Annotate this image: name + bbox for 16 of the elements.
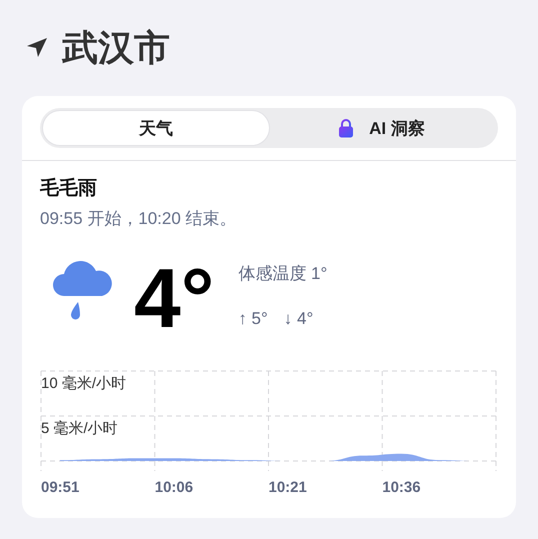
temperature: 4° <box>134 256 214 340</box>
city-title: 武汉市 <box>62 26 170 70</box>
tab[interactable]: AI 洞察 <box>269 111 495 145</box>
tab[interactable]: 天气 <box>43 111 269 145</box>
time-label: 10:06 <box>154 479 194 495</box>
time-label: 10:21 <box>268 479 307 495</box>
high-temperature: ↑ 5° <box>238 309 268 329</box>
feels-like-text: 体感温度 1° <box>238 263 328 285</box>
location-arrow-icon[interactable] <box>26 37 48 59</box>
condition-text: 毛毛雨 <box>40 176 98 201</box>
low-temperature: ↓ 4° <box>284 309 314 329</box>
time-label: 09:51 <box>41 479 80 495</box>
axis-label: 5 毫米/小时 <box>41 420 118 437</box>
time-label: 10:36 <box>382 479 421 495</box>
rain-timing-text: 09:55 开始，10:20 结束。 <box>40 208 238 230</box>
axis-label: 10 毫米/小时 <box>41 375 126 392</box>
